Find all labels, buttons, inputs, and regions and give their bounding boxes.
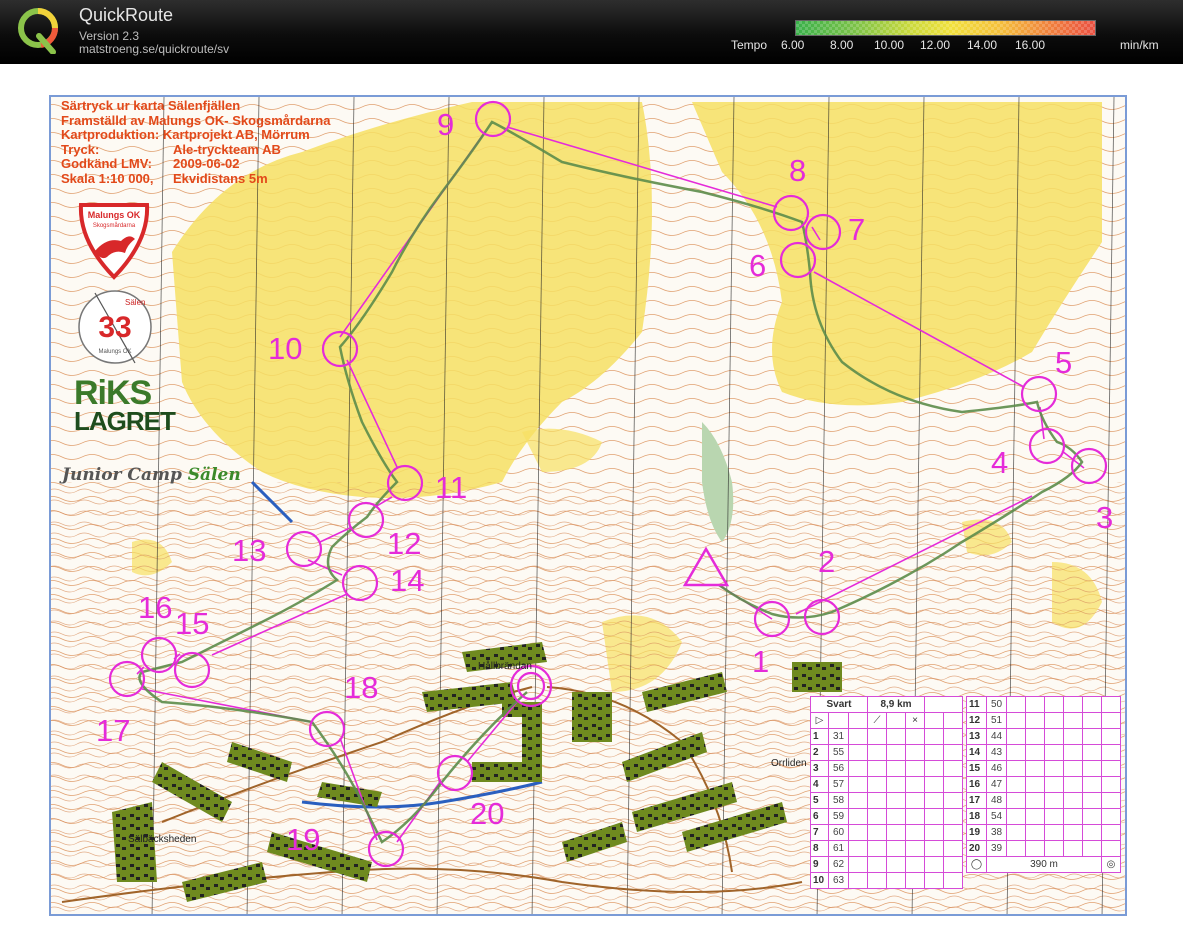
control-number: 17 bbox=[96, 713, 131, 748]
junior-camp-salen-text: Sälen bbox=[187, 465, 241, 485]
junior-camp-text: Junior Camp bbox=[62, 465, 188, 485]
salen-33-logo: Sälen 33 Malungs OK bbox=[78, 290, 152, 364]
control-number: 20 bbox=[470, 796, 505, 831]
description-finish-row: ◯ 390 m ◎ bbox=[966, 856, 1121, 873]
riks-logo-text: RiKS bbox=[74, 374, 152, 412]
control-number: 13 bbox=[232, 533, 267, 568]
finish-start-icon: ◯ bbox=[966, 856, 987, 873]
control-number: 18 bbox=[344, 670, 379, 705]
control-number: 10 bbox=[268, 331, 303, 366]
description-row: 13 44 bbox=[966, 728, 1121, 745]
control-number: 19 bbox=[286, 822, 321, 857]
course-length: 8,9 km bbox=[867, 696, 926, 713]
description-row: 9 62 bbox=[810, 856, 964, 873]
app-title: QuickRoute bbox=[79, 5, 174, 25]
tempo-unit: min/km bbox=[1120, 38, 1159, 52]
map-info-key: Tryck: bbox=[61, 141, 100, 157]
map-info-line: Särtryck ur karta Sälenfjällen bbox=[61, 98, 241, 113]
tempo-tick: 10.00 bbox=[874, 38, 905, 52]
control-number: 9 bbox=[437, 107, 455, 142]
control-description-table: Svart 8,9 km ▷ ⟋ × 1 31 2 55 3 56 4 57 5 58 6 59… bbox=[809, 696, 964, 889]
finish-distance: 390 m bbox=[986, 856, 1102, 873]
salen-logo-number: 33 bbox=[98, 311, 131, 344]
map-info-row: Godkänd LMV: 2009-06-02 bbox=[61, 156, 330, 172]
map-info-row: Skala 1:10 000, Ekvidistans 5m bbox=[61, 170, 330, 187]
place-name: Sälbäcksheden bbox=[128, 834, 197, 845]
malungs-logo-subtext: Skogsmårdarna bbox=[93, 222, 136, 229]
description-row: 20 39 bbox=[966, 840, 1121, 857]
control-number: 15 bbox=[175, 606, 210, 641]
malungs-ok-logo: Malungs OK Skogsmårdarna bbox=[78, 203, 150, 280]
description-row: 18 54 bbox=[966, 808, 1121, 825]
map-info-line: Kartproduktion: Kartprojekt AB, Mörrum bbox=[61, 127, 310, 142]
control-number: 7 bbox=[848, 212, 866, 247]
description-row: 10 63 bbox=[810, 872, 964, 889]
description-start-row: ▷ ⟋ × bbox=[810, 712, 964, 729]
app-version: Version 2.3 bbox=[79, 29, 140, 43]
description-row: 3 56 bbox=[810, 760, 964, 777]
description-row: 17 48 bbox=[966, 792, 1121, 809]
control-number: 3 bbox=[1096, 500, 1114, 535]
place-name: Hållbrändan bbox=[478, 661, 532, 672]
app-header: QuickRoute Version 2.3 matstroeng.se/qui… bbox=[0, 0, 1183, 64]
tempo-label: Tempo bbox=[731, 38, 768, 52]
start-symbol-icon: ▷ bbox=[810, 712, 829, 729]
control-number: 12 bbox=[387, 526, 422, 561]
description-row: 14 43 bbox=[966, 744, 1121, 761]
control-number: 11 bbox=[435, 470, 468, 505]
description-row: 11 50 bbox=[966, 696, 1121, 713]
tempo-tick: 6.00 bbox=[781, 38, 805, 52]
tempo-tick: 12.00 bbox=[920, 38, 951, 52]
control-number: 16 bbox=[138, 590, 173, 625]
map-info-key: Godkänd LMV: bbox=[61, 156, 152, 171]
salen-logo-text: Sälen bbox=[125, 298, 145, 307]
tempo-color-scale bbox=[795, 20, 1096, 36]
description-row: 6 59 bbox=[810, 808, 964, 825]
description-row: 4 57 bbox=[810, 776, 964, 793]
description-header-row: Svart 8,9 km bbox=[809, 696, 964, 713]
lagret-logo-text: LAGRET bbox=[74, 406, 176, 436]
control-number: 14 bbox=[390, 563, 425, 598]
control-number: 4 bbox=[991, 445, 1009, 480]
finish-symbol-icon: ◎ bbox=[1101, 856, 1121, 873]
junior-camp-logo: Junior Camp Sälen bbox=[62, 465, 241, 485]
tempo-tick: 8.00 bbox=[830, 38, 854, 52]
map-info-value: 2009-06-02 bbox=[173, 156, 240, 171]
map-info-line: Framställd av Malungs OK- Skogsmårdarna bbox=[61, 112, 331, 128]
description-row: 1 31 bbox=[810, 728, 964, 745]
control-number: 1 bbox=[752, 644, 770, 679]
description-row: 7 60 bbox=[810, 824, 964, 841]
description-row: 5 58 bbox=[810, 792, 964, 809]
description-row: 8 61 bbox=[810, 840, 964, 857]
tempo-tick: 16.00 bbox=[1015, 38, 1046, 52]
salen-logo-subtext: Malungs OK bbox=[98, 349, 131, 355]
control-number: 8 bbox=[789, 153, 807, 188]
map-info-value: Ale-tryckteam AB bbox=[173, 141, 281, 157]
description-row: 19 38 bbox=[966, 824, 1121, 841]
description-row: 16 47 bbox=[966, 776, 1121, 793]
quickroute-logo-icon bbox=[18, 8, 59, 54]
control-number: 6 bbox=[749, 248, 767, 283]
map-info-value: Ekvidistans 5m bbox=[173, 170, 268, 186]
map-info-block: Särtryck ur karta Sälenfjällen Framställ… bbox=[61, 98, 331, 187]
riks-lagret-logo: RiKS LAGRET bbox=[74, 374, 176, 436]
control-description-table: 11 50 12 51 13 44 14 43 15 46 16 47 17 48 18 54 … bbox=[966, 696, 1121, 873]
malungs-logo-text: Malungs OK bbox=[88, 210, 141, 220]
control-number: 5 bbox=[1055, 345, 1073, 380]
description-row: 2 55 bbox=[810, 744, 964, 761]
tempo-tick: 14.00 bbox=[967, 38, 998, 52]
control-number: 2 bbox=[818, 544, 836, 579]
description-row: 15 46 bbox=[966, 760, 1121, 777]
course-class: Svart bbox=[809, 696, 869, 713]
map-info-row: Tryck: Ale-tryckteam AB bbox=[61, 141, 330, 158]
app-url[interactable]: matstroeng.se/quickroute/sv bbox=[79, 42, 229, 56]
map-info-key: Skala 1:10 000, bbox=[61, 170, 154, 186]
place-name: Orrliden bbox=[771, 758, 807, 769]
description-row: 12 51 bbox=[966, 712, 1121, 729]
